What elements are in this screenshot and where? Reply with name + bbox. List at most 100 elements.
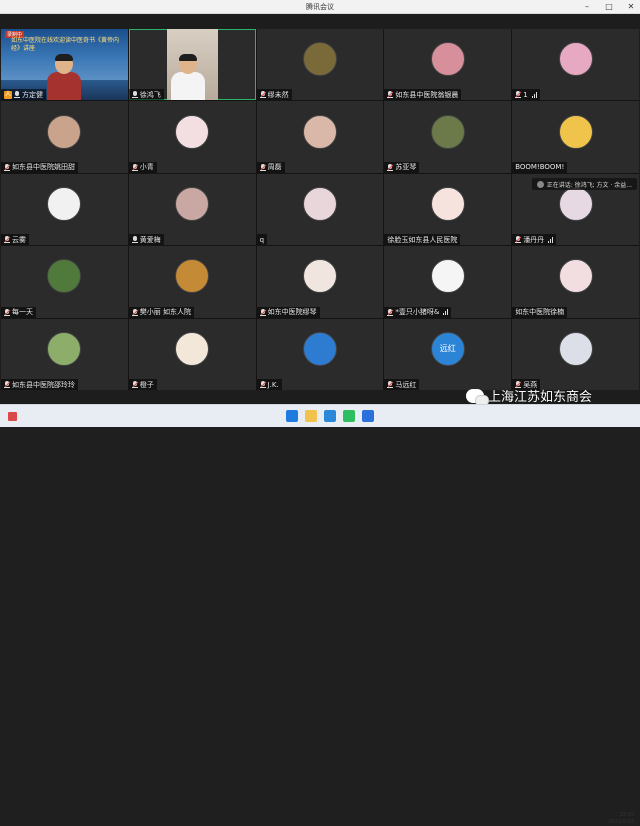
participant-name: 如东县中医院邵玲玲 — [12, 380, 75, 389]
window-title: 腾讯会议 — [306, 3, 334, 11]
participant-tile[interactable]: 小青 — [128, 101, 256, 173]
participant-name: 如东中医院缪琴 — [267, 308, 317, 317]
participant-tile[interactable]: 缪未然 — [256, 29, 384, 101]
speaking-text: 正在讲话: 徐鸿飞; 方文 · 余益... — [546, 181, 632, 189]
participant-tile[interactable]: 1 — [512, 29, 639, 101]
name-tag: 小青 — [128, 161, 157, 173]
name-tag: q — [256, 234, 268, 246]
participant-name: 周磊 — [267, 163, 282, 172]
avatar — [430, 186, 465, 221]
signal-icon — [531, 91, 537, 98]
name-tag: 如东中医院徐楠 — [512, 306, 568, 318]
title-bar: 腾讯会议 – □ ✕ — [0, 0, 640, 14]
mic-muted-icon — [259, 163, 266, 171]
person-figure — [47, 54, 81, 101]
participant-name: 缪未然 — [267, 90, 289, 99]
participant-tile[interactable]: 云雾 — [1, 173, 128, 246]
mic-icon — [131, 236, 138, 244]
name-tag: 黄爱梅 — [128, 234, 164, 246]
watermark: 上海江苏如东商会 — [466, 386, 593, 406]
name-tag: 云雾 — [1, 234, 29, 246]
name-tag: 人 方定健 — [1, 89, 46, 101]
taskbar-app-icon[interactable] — [8, 412, 17, 421]
participant-tile[interactable]: BOOM!BOOM! — [512, 101, 639, 173]
file-explorer-icon[interactable] — [305, 410, 317, 422]
store-icon[interactable] — [324, 410, 336, 422]
participant-tile[interactable]: 黄爱梅 — [128, 173, 256, 246]
participant-tile[interactable]: 苏亚琴 — [384, 101, 512, 173]
mic-muted-icon — [387, 91, 394, 99]
avatar — [558, 331, 593, 366]
avatar — [47, 331, 82, 366]
mic-muted-icon — [131, 381, 139, 388]
participant-tile[interactable]: 徐脸玉如东县人民医院 — [384, 173, 512, 246]
clock[interactable]: 22:59 2022/5/25 — [608, 812, 634, 826]
participant-tile[interactable]: 远红 马远红 — [384, 318, 512, 390]
avatar — [430, 114, 465, 149]
speaking-indicator: 正在讲话: 徐鸿飞; 方文 · 余益... — [531, 178, 637, 190]
mic-muted-icon — [259, 91, 266, 99]
participant-tile[interactable]: *壹只小猪呀& — [384, 246, 512, 318]
participant-tile[interactable]: 每一天 — [1, 246, 128, 318]
name-tag: 1 — [512, 89, 540, 101]
participant-tile[interactable]: 橙子 — [128, 318, 256, 390]
mic-muted-icon — [515, 236, 522, 244]
windows-start-icon[interactable] — [286, 410, 298, 422]
mic-muted-icon — [4, 308, 11, 316]
participant-name: 如东县中医院姚田甜 — [12, 163, 75, 172]
wechat-icon[interactable] — [343, 410, 355, 422]
meeting-window: 腾讯会议 – □ ✕ 录制中 如东中医院在线欢迎读中医奇书《黄帝内经》讲座人方定健… — [0, 0, 640, 825]
participant-tile[interactable]: 录制中 如东中医院在线欢迎读中医奇书《黄帝内经》讲座人方定健 — [1, 29, 128, 101]
minimize-button[interactable]: – — [582, 2, 592, 11]
name-tag: J.K. — [256, 379, 282, 390]
name-tag: BOOM!BOOM! — [512, 161, 568, 173]
host-badge-icon: 人 — [4, 90, 12, 99]
banner-caption: 如东中医院在线欢迎读中医奇书《黄帝内经》讲座 — [11, 37, 120, 52]
name-tag: 如东县中医院翁银晨 — [384, 89, 462, 101]
signal-icon — [443, 309, 449, 316]
participant-tile[interactable]: 樊小丽 如东人院 — [128, 246, 256, 318]
mic-muted-icon — [515, 91, 522, 99]
participant-name: 1 — [523, 90, 528, 99]
name-tag: 每一天 — [1, 306, 36, 318]
participant-name: BOOM!BOOM! — [515, 163, 565, 172]
close-button[interactable]: ✕ — [626, 2, 636, 11]
participant-tile[interactable]: 如东中医院徐楠 — [512, 246, 639, 318]
participant-name: q — [259, 235, 265, 244]
participant-tile[interactable]: J.K. — [256, 318, 384, 390]
participant-tile[interactable]: q — [256, 173, 384, 246]
mic-icon — [14, 91, 20, 99]
avatar — [175, 186, 210, 221]
watermark-text: 上海江苏如东商会 — [488, 390, 593, 405]
participant-tile[interactable]: 如东县中医院邵玲玲 — [1, 318, 128, 390]
name-tag: 潘丹丹 — [512, 234, 557, 246]
name-tag: 樊小丽 如东人院 — [128, 306, 195, 318]
participant-name: 马远红 — [395, 380, 417, 389]
mic-muted-icon — [4, 381, 11, 388]
mic-muted-icon — [387, 163, 394, 171]
participant-tile[interactable]: 周磊 — [256, 101, 384, 173]
avatar — [175, 114, 210, 149]
participant-tile[interactable]: 如东县中医院翁银晨 — [384, 29, 512, 101]
avatar — [430, 42, 465, 77]
avatar — [558, 114, 593, 149]
mic-muted-icon — [4, 236, 11, 244]
avatar — [302, 114, 337, 149]
avatar — [47, 186, 82, 221]
participant-tile[interactable]: 徐鸿飞 — [128, 29, 256, 101]
maximize-button[interactable]: □ — [604, 2, 614, 11]
participant-name: *壹只小猪呀& — [395, 308, 440, 317]
participant-grid: 录制中 如东中医院在线欢迎读中医奇书《黄帝内经》讲座人方定健 徐鸿飞 缪未然 如东县中医… — [1, 29, 639, 390]
video-feed — [166, 29, 218, 101]
participant-tile[interactable]: 如东中医院缪琴 — [256, 246, 384, 318]
avatar — [175, 259, 210, 294]
name-tag: 橙子 — [128, 379, 157, 390]
mic-muted-icon — [131, 308, 139, 316]
participant-name: 樊小丽 如东人院 — [139, 308, 192, 317]
avatar — [302, 331, 337, 366]
tencent-meeting-icon[interactable] — [362, 410, 374, 422]
avatar — [558, 42, 593, 77]
participant-tile[interactable]: 吴燕 — [512, 318, 639, 390]
participant-name: 苏亚琴 — [395, 163, 417, 172]
participant-tile[interactable]: 如东县中医院姚田甜 — [1, 101, 128, 173]
